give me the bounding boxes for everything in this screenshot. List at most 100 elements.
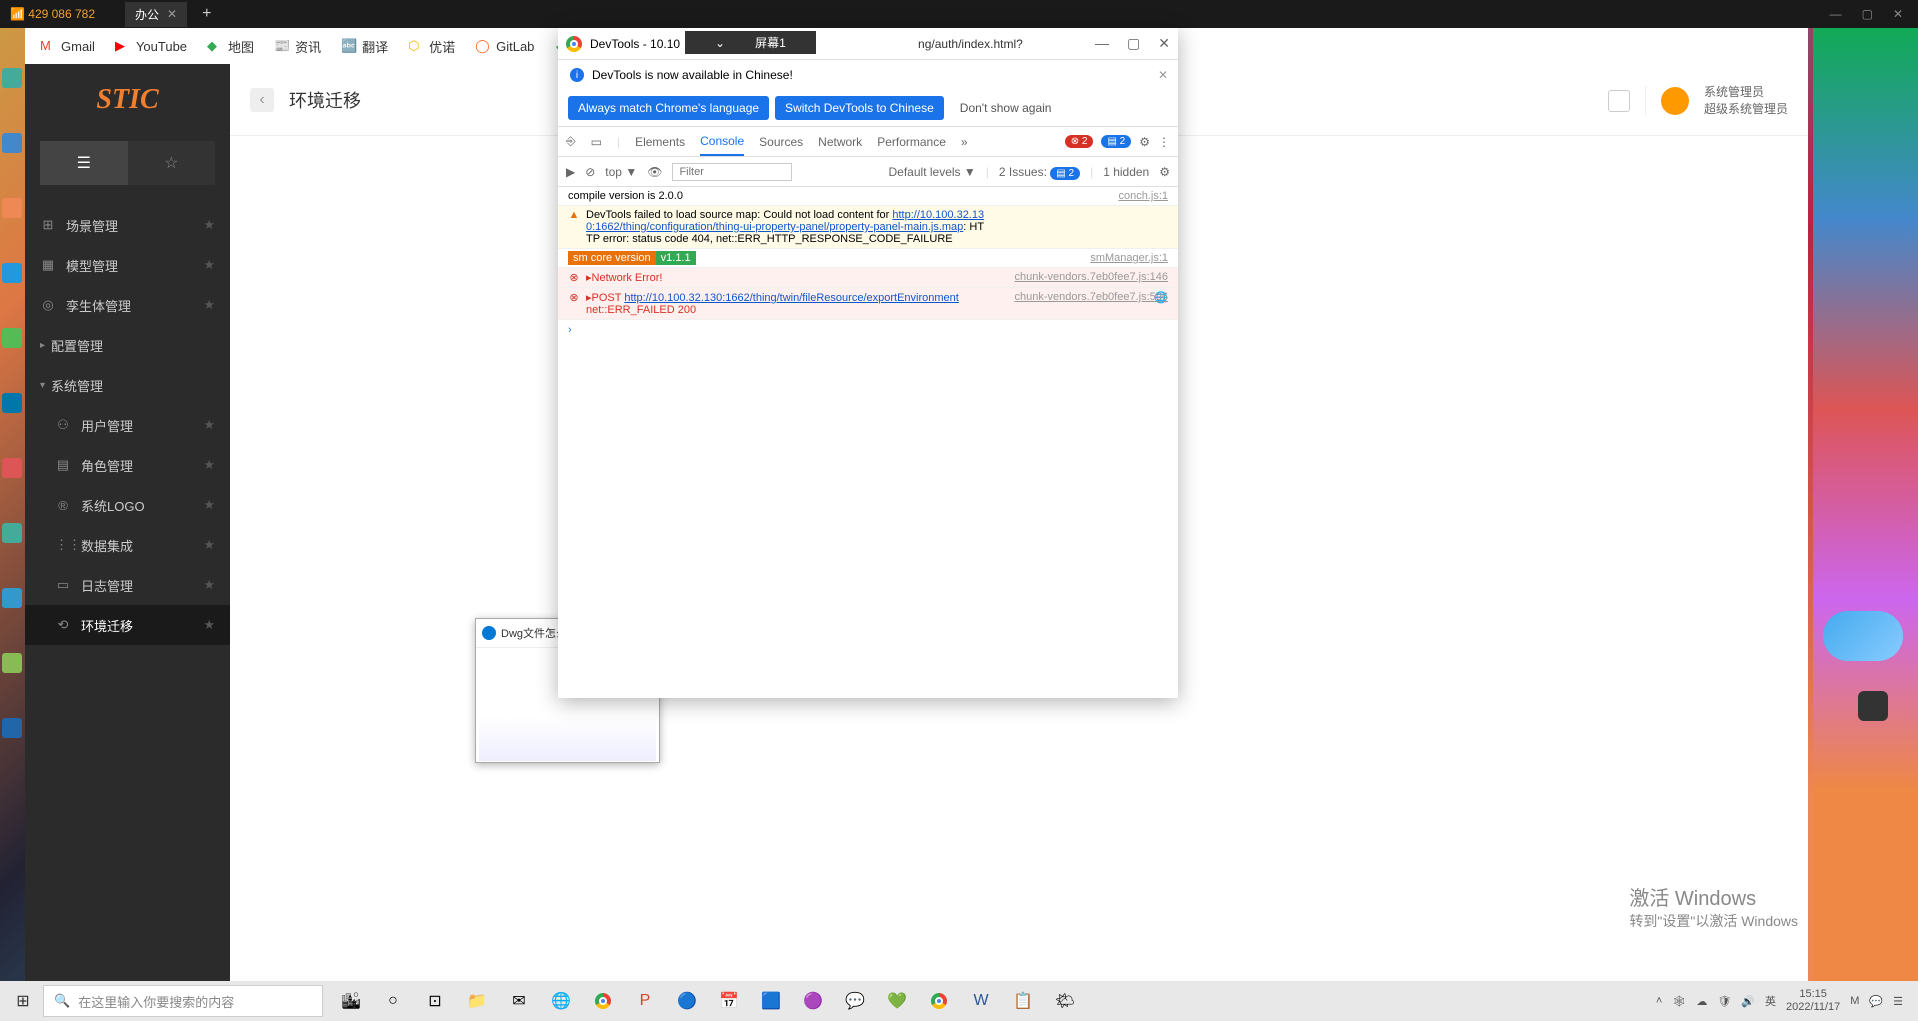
switch-chinese-button[interactable]: Switch DevTools to Chinese (775, 96, 944, 120)
doc-icon[interactable] (1608, 90, 1630, 112)
taskbar-widget[interactable]: 🏙 (333, 983, 369, 1019)
star-icon[interactable]: ★ (203, 457, 215, 473)
console-row-warn[interactable]: ▲DevTools failed to load source map: Cou… (558, 206, 1178, 249)
minimize-icon[interactable]: — (1095, 35, 1109, 52)
desktop-icon[interactable] (2, 523, 22, 543)
device-icon[interactable]: ▭ (591, 135, 602, 149)
avatar[interactable] (1661, 87, 1689, 115)
inspect-icon[interactable]: ⎆ (566, 134, 576, 149)
bookmark-gmail[interactable]: MGmail (40, 38, 95, 54)
sidebar-item-logo[interactable]: ®系统LOGO★ (25, 485, 230, 525)
floating-widget[interactable] (1823, 611, 1903, 661)
list-view-button[interactable]: ☰ (40, 141, 128, 185)
chrome-icon[interactable] (585, 983, 621, 1019)
tab-close-icon[interactable]: ✕ (167, 7, 177, 21)
chevron-up-icon[interactable]: ˄ (1656, 995, 1662, 1007)
app-icon[interactable]: 🟦 (753, 983, 789, 1019)
desktop-icon[interactable] (2, 718, 22, 738)
sidebar-item-role[interactable]: ▤角色管理★ (25, 445, 230, 485)
clear-icon[interactable]: ⊘ (585, 165, 595, 179)
log-source[interactable]: smManager.js:1 (1090, 252, 1168, 264)
powerpoint-icon[interactable]: P (627, 983, 663, 1019)
more-tabs-icon[interactable]: » (961, 135, 968, 149)
tab-performance[interactable]: Performance (877, 129, 946, 155)
app-icon[interactable]: 🌤 (1047, 983, 1083, 1019)
sidebar-item-config[interactable]: ▸配置管理 (25, 325, 230, 365)
tab-sources[interactable]: Sources (759, 129, 803, 155)
tray-icon[interactable]: ☰ (1893, 995, 1903, 1008)
bookmark-news[interactable]: 📰资讯 (274, 37, 321, 56)
console-row[interactable]: sm core versionv1.1.1smManager.js:1 (558, 249, 1178, 268)
start-button[interactable]: ⊞ (5, 983, 41, 1019)
tab-elements[interactable]: Elements (635, 129, 685, 155)
info-badge[interactable]: ▤ 2 (1101, 135, 1131, 148)
desktop-icon[interactable] (2, 653, 22, 673)
log-source[interactable]: chunk-vendors.7eb0fee7.js:596 (1015, 291, 1169, 303)
star-icon[interactable]: ★ (203, 417, 215, 433)
tray-icon[interactable]: M (1850, 995, 1859, 1007)
sidebar-item-user[interactable]: ⚇用户管理★ (25, 405, 230, 445)
browser-tab[interactable]: 办公 ✕ (125, 2, 187, 27)
console-row-error[interactable]: ⊗▸Network Error!chunk-vendors.7eb0fee7.j… (558, 268, 1178, 288)
gear-icon[interactable]: ⚙ (1139, 135, 1150, 149)
bookmark-maps[interactable]: ◆地图 (207, 37, 254, 56)
close-icon[interactable]: ✕ (1893, 7, 1903, 21)
minimize-icon[interactable]: — (1830, 7, 1842, 21)
eye-icon[interactable]: 👁 (647, 165, 662, 179)
bookmark-youno[interactable]: ⬡优诺 (408, 37, 455, 56)
notice-close-icon[interactable]: ✕ (1158, 68, 1168, 82)
word-icon[interactable]: W (963, 983, 999, 1019)
sidebar-item-data[interactable]: ⋮⋮数据集成★ (25, 525, 230, 565)
notifications-icon[interactable]: 💬 (1869, 995, 1883, 1008)
cortana-icon[interactable]: ○ (375, 983, 411, 1019)
tray-icon[interactable]: ☁ (1696, 995, 1707, 1008)
desktop-icon[interactable] (2, 393, 22, 413)
sidebar-item-scene[interactable]: ⊞场景管理★ (25, 205, 230, 245)
taskview-icon[interactable]: ⊡ (417, 983, 453, 1019)
star-icon[interactable]: ★ (203, 217, 215, 233)
star-view-button[interactable]: ☆ (128, 141, 216, 185)
issues-link[interactable]: 2 Issues: ▤ 2 (999, 165, 1080, 179)
floating-button[interactable] (1858, 691, 1888, 721)
match-language-button[interactable]: Always match Chrome's language (568, 96, 769, 120)
sidebar-item-log[interactable]: ▭日志管理★ (25, 565, 230, 605)
tab-network[interactable]: Network (818, 129, 862, 155)
tray-icon[interactable]: 🕸 (1672, 995, 1686, 1008)
app-icon[interactable]: 💬 (837, 983, 873, 1019)
chevron-down-icon[interactable]: ⌄ (715, 36, 725, 50)
close-icon[interactable]: ✕ (1158, 35, 1170, 52)
error-badge[interactable]: ⊗ 2 (1065, 135, 1094, 148)
star-icon[interactable]: ★ (203, 577, 215, 593)
console-row-error[interactable]: ⊗▸POST http://10.100.32.130:1662/thing/t… (558, 288, 1178, 320)
edge-icon[interactable]: 🌐 (543, 983, 579, 1019)
bookmark-translate[interactable]: 🔤翻译 (341, 37, 388, 56)
new-tab-icon[interactable]: + (202, 5, 211, 23)
levels-selector[interactable]: Default levels ▼ (889, 165, 976, 179)
mail-icon[interactable]: ✉ (501, 983, 537, 1019)
desktop-icon[interactable] (2, 263, 22, 283)
app-icon[interactable]: 📅 (711, 983, 747, 1019)
desktop-icon[interactable] (2, 133, 22, 153)
play-icon[interactable]: ▶ (566, 165, 575, 179)
console-row[interactable]: compile version is 2.0.0conch.js:1 (558, 187, 1178, 206)
sidebar-item-system[interactable]: ▾系统管理 (25, 365, 230, 405)
app-icon[interactable]: 📋 (1005, 983, 1041, 1019)
sidebar-item-model[interactable]: ▦模型管理★ (25, 245, 230, 285)
star-icon[interactable]: ★ (203, 497, 215, 513)
gear-icon[interactable]: ⚙ (1159, 165, 1170, 179)
back-button[interactable]: ‹ (250, 88, 274, 112)
sidebar-item-migrate[interactable]: ⟲环境迁移★ (25, 605, 230, 645)
context-selector[interactable]: top ▼ (605, 165, 637, 179)
tab-console[interactable]: Console (700, 128, 744, 156)
app-icon[interactable]: 🔵 (669, 983, 705, 1019)
desktop-icon[interactable] (2, 328, 22, 348)
star-icon[interactable]: ★ (203, 297, 215, 313)
filter-input[interactable] (672, 163, 792, 181)
bookmark-gitlab[interactable]: ◯GitLab (475, 38, 534, 54)
explorer-icon[interactable]: 📁 (459, 983, 495, 1019)
desktop-icon[interactable] (2, 198, 22, 218)
devtools-titlebar[interactable]: DevTools - 10.10 ⌄ 屏幕1 ng/auth/index.htm… (558, 28, 1178, 60)
log-source[interactable]: chunk-vendors.7eb0fee7.js:146 (1015, 271, 1169, 283)
chrome-icon[interactable] (921, 983, 957, 1019)
log-link[interactable]: http://10.100.32.130:1662/thing/twin/fil… (624, 292, 959, 304)
